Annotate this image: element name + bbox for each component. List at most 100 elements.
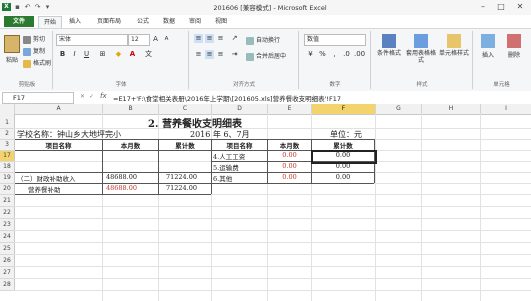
row-header-19[interactable]: 19 [0,173,15,184]
cell-f19[interactable]: 0.00 [312,173,374,181]
cut-button[interactable]: 剪切 [23,34,45,44]
row-header-27[interactable]: 27 [0,267,15,279]
grow-font-icon[interactable]: A [151,35,160,44]
row-header-2[interactable]: 2 [0,129,15,140]
copy-button[interactable]: 复制 [23,46,45,56]
row-header-21[interactable]: 21 [0,195,15,207]
cell-e19[interactable]: 0.00 [268,173,311,181]
row-header-20[interactable]: 20 [0,184,15,195]
tab-insert[interactable]: 插入 [64,16,86,27]
merge-center-button[interactable]: 合并后居中 [246,51,286,61]
save-icon[interactable]: ▪ [13,3,22,11]
underline-button[interactable]: U [82,50,91,59]
row-header-22[interactable]: 22 [0,207,15,219]
maximize-icon[interactable]: □ [492,1,510,13]
insert-function-icon[interactable]: fx [100,92,107,100]
cell-e18[interactable]: 0.00 [268,162,311,170]
row-header-17[interactable]: 17 [0,151,15,162]
cancel-icon[interactable]: ✕ [80,93,85,100]
italic-button[interactable]: I [70,50,79,59]
align-center-icon[interactable]: ≡ [205,50,214,59]
align-left-icon[interactable]: ≡ [194,50,203,59]
column-header-f[interactable]: F [312,104,376,114]
align-top-icon[interactable]: ≡ [194,34,203,43]
phonetic-icon[interactable]: 文 [144,50,153,59]
cell-d17[interactable]: 4.人工工资 [213,151,245,161]
wrap-text-button[interactable]: 自动换行 [246,35,280,45]
undo-icon[interactable]: ↶ [23,3,32,11]
paste-button[interactable]: 粘贴 [4,35,20,64]
orientation-icon[interactable]: ↗ [230,34,239,43]
align-middle-icon[interactable]: ≡ [205,34,214,43]
name-box[interactable]: F17 [2,92,74,104]
minimize-icon[interactable]: – [474,1,492,13]
format-painter-button[interactable]: 格式刷 [23,58,51,68]
row-header-26[interactable]: 26 [0,255,15,267]
percent-icon[interactable]: % [318,50,327,59]
font-color-icon[interactable]: A [128,50,137,59]
column-header-i[interactable]: I [481,104,531,114]
cut-label: 剪切 [33,36,46,43]
align-bottom-icon[interactable]: ≡ [216,34,225,43]
font-group: 宋体 12 A A B I U ⊞ ◆ A 文 字体 [54,31,189,89]
font-size-select[interactable]: 12 [128,34,150,46]
enter-icon[interactable]: ✓ [89,93,94,100]
delete-cells-button[interactable]: 删除 [502,34,526,59]
row-header-3[interactable]: 3 [0,140,15,151]
column-header-c[interactable]: C [159,104,212,114]
brush-icon [23,59,31,68]
tab-formulas[interactable]: 公式 [132,16,154,27]
shrink-font-icon[interactable]: A [162,35,171,44]
column-header-b[interactable]: B [103,104,159,114]
fill-color-icon[interactable]: ◆ [114,50,123,59]
row-header-25[interactable]: 25 [0,243,15,255]
tab-page-layout[interactable]: 页面布局 [90,16,128,27]
comma-icon[interactable]: , [330,50,339,59]
close-icon[interactable]: ✕ [511,1,529,13]
number-format-select[interactable]: 数值 [304,34,366,46]
tab-home[interactable]: 开始 [38,16,62,28]
bold-button[interactable]: B [58,50,67,59]
row-header-24[interactable]: 24 [0,231,15,243]
row-header-1[interactable]: 1 [0,114,15,129]
row-header-18[interactable]: 18 [0,162,15,173]
font-name-select[interactable]: 宋体 [56,34,128,46]
indent-icon[interactable]: ⇥ [230,50,239,59]
align-right-icon[interactable]: ≡ [216,50,225,59]
format-as-table-button[interactable]: 套用表格格式 [406,34,436,64]
cell-d19[interactable]: 6.其他 [213,173,232,183]
redo-icon[interactable]: ↷ [33,3,42,11]
tab-file[interactable]: 文件 [4,16,34,27]
formula-input[interactable]: =E17+'F:\食堂相关表册\2016年上学期\[201605.xls]营养餐… [113,93,341,103]
cell-styles-button[interactable]: 单元格样式 [438,34,470,57]
increase-decimal-icon[interactable]: .0 [342,50,351,59]
tab-view[interactable]: 视图 [210,16,232,27]
row-header-23[interactable]: 23 [0,219,15,231]
cell-c20[interactable]: 71224.00 [166,184,197,192]
wrap-text-icon [246,36,254,45]
cell-a19[interactable]: （二）财政补助收入 [17,173,76,183]
column-header-a[interactable]: A [15,104,103,114]
decrease-decimal-icon[interactable]: .00 [354,50,365,59]
column-header-d[interactable]: D [212,104,268,114]
insert-cells-button[interactable]: 插入 [476,34,500,59]
conditional-format-button[interactable]: 条件格式 [374,34,404,57]
cell-f18[interactable]: 0.00 [312,162,374,170]
column-header-e[interactable]: E [268,104,312,114]
currency-icon[interactable]: ¥ [306,50,315,59]
column-header-h[interactable]: H [422,104,481,114]
cell-b19[interactable]: 48688.00 [106,173,137,181]
window-title: 201606 [兼容模式] - Microsoft Excel [213,4,327,12]
tab-review[interactable]: 审阅 [184,16,206,27]
cell-a20[interactable]: 营养餐补助 [28,184,61,194]
row-header-28[interactable]: 28 [0,279,15,291]
tab-data[interactable]: 数据 [158,16,180,27]
borders-icon[interactable]: ⊞ [98,50,107,59]
column-header-g[interactable]: G [376,104,422,114]
cell-d18[interactable]: 5.运输费 [213,162,239,172]
cell-c19[interactable]: 71224.00 [166,173,197,181]
cell-e17[interactable]: 0.00 [268,151,311,159]
select-all-corner[interactable] [0,104,15,114]
customize-quick-access-icon[interactable]: ▾ [43,3,52,11]
cell-b20[interactable]: 48688.00 [106,184,137,192]
